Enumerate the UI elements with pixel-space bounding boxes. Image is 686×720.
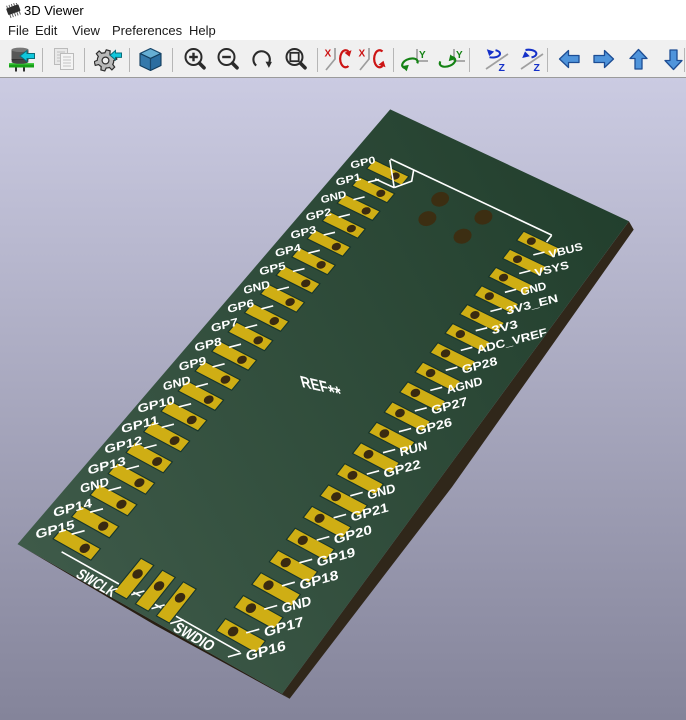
svg-text:Y: Y: [419, 50, 426, 61]
svg-text:X: X: [325, 49, 332, 60]
svg-text:X: X: [359, 49, 366, 60]
svg-text:Y: Y: [456, 50, 463, 61]
svg-text:Z: Z: [534, 62, 541, 72]
svg-text:Z: Z: [499, 62, 506, 72]
